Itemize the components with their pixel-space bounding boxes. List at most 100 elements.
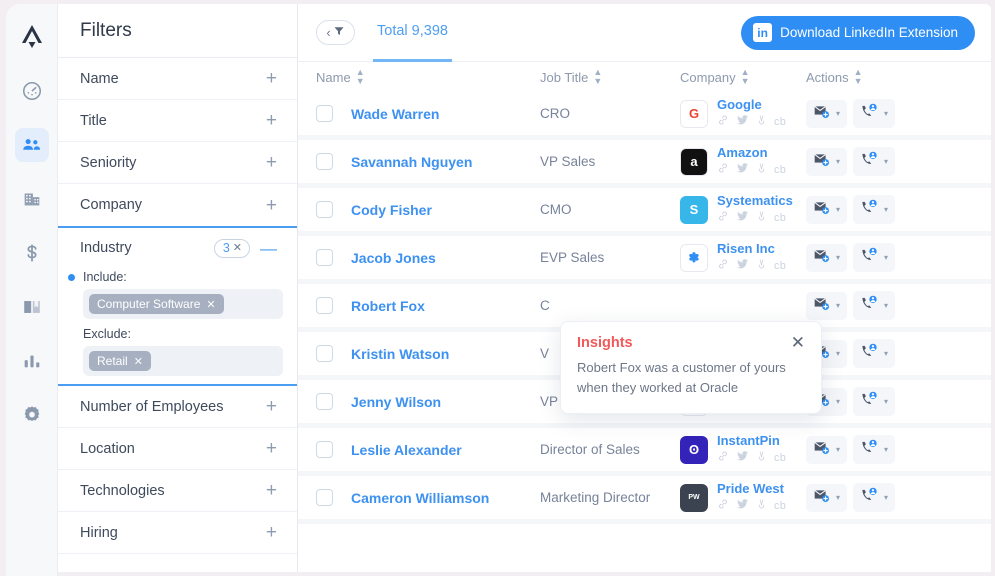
sidebar-item-deals[interactable] xyxy=(15,236,49,270)
twitter-icon[interactable] xyxy=(736,257,749,275)
twitter-icon[interactable] xyxy=(736,161,749,179)
twitter-icon[interactable] xyxy=(736,113,749,131)
close-icon[interactable]: ✕ xyxy=(791,334,805,351)
email-add-icon[interactable] xyxy=(813,152,830,172)
phone-action-group[interactable]: ▾ xyxy=(853,387,896,416)
chevron-down-icon[interactable]: ▾ xyxy=(884,349,888,358)
industry-count-badge[interactable]: 3 ✕ xyxy=(213,238,250,258)
email-add-icon[interactable] xyxy=(813,440,830,460)
phone-action-group[interactable]: ▾ xyxy=(853,339,896,368)
phone-action-group[interactable]: ▾ xyxy=(853,99,896,128)
chevron-down-icon[interactable]: ▾ xyxy=(836,109,840,118)
phone-action-group[interactable]: ▾ xyxy=(853,195,896,224)
sidebar-item-companies[interactable] xyxy=(15,182,49,216)
angellist-icon[interactable] xyxy=(756,113,767,131)
row-checkbox[interactable] xyxy=(316,297,333,314)
sidebar-item-people[interactable] xyxy=(14,128,49,162)
filter-row-title[interactable]: Title + xyxy=(58,100,297,142)
phone-action-group[interactable]: ▾ xyxy=(853,483,896,512)
chevron-down-icon[interactable]: ▾ xyxy=(836,253,840,262)
link-icon[interactable] xyxy=(717,113,729,131)
link-icon[interactable] xyxy=(717,497,729,515)
company-name[interactable]: InstantPin xyxy=(717,433,786,448)
plus-icon[interactable]: + xyxy=(266,523,277,542)
contact-name[interactable]: Jacob Jones xyxy=(333,250,540,266)
phone-action-group[interactable]: ▾ xyxy=(853,291,896,320)
chevron-down-icon[interactable]: ▾ xyxy=(836,397,840,406)
twitter-icon[interactable] xyxy=(736,497,749,515)
link-icon[interactable] xyxy=(717,449,729,467)
plus-icon[interactable]: + xyxy=(266,111,277,130)
email-action-group[interactable]: ▾ xyxy=(806,435,848,464)
phone-contact-icon[interactable] xyxy=(860,247,878,268)
chip-remove-icon[interactable]: ✕ xyxy=(134,355,143,368)
row-checkbox[interactable] xyxy=(316,393,333,410)
chevron-down-icon[interactable]: ▾ xyxy=(884,397,888,406)
column-header-actions[interactable]: Actions ▲ ▼ xyxy=(806,68,936,86)
table-row[interactable]: Jacob Jones EVP Sales ✽ Risen Inc cb ▾ ▾ xyxy=(298,236,991,284)
twitter-icon[interactable] xyxy=(736,209,749,227)
filter-row-company[interactable]: Company + xyxy=(58,184,297,226)
phone-contact-icon[interactable] xyxy=(860,343,878,364)
email-add-icon[interactable] xyxy=(813,104,830,124)
filter-row-name[interactable]: Name + xyxy=(58,58,297,100)
table-row[interactable]: Cody Fisher CMO S Systematics cb ▾ ▾ xyxy=(298,188,991,236)
plus-icon[interactable]: + xyxy=(266,69,277,88)
chevron-down-icon[interactable]: ▾ xyxy=(836,157,840,166)
angellist-icon[interactable] xyxy=(756,209,767,227)
plus-icon[interactable]: + xyxy=(266,439,277,458)
crunchbase-icon[interactable]: cb xyxy=(774,500,786,512)
row-checkbox[interactable] xyxy=(316,249,333,266)
email-action-group[interactable]: ▾ xyxy=(806,483,848,512)
chevron-down-icon[interactable]: ▾ xyxy=(884,157,888,166)
plus-icon[interactable]: + xyxy=(266,153,277,172)
crunchbase-icon[interactable]: cb xyxy=(774,452,786,464)
chevron-down-icon[interactable]: ▾ xyxy=(884,445,888,454)
crunchbase-icon[interactable]: cb xyxy=(774,116,786,128)
chevron-down-icon[interactable]: ▾ xyxy=(836,445,840,454)
row-checkbox[interactable] xyxy=(316,489,333,506)
filter-row-hiring[interactable]: Hiring + xyxy=(58,512,297,554)
company-name[interactable]: Amazon xyxy=(717,145,786,160)
email-add-icon[interactable] xyxy=(813,296,830,316)
phone-action-group[interactable]: ▾ xyxy=(853,243,896,272)
collapse-icon[interactable]: — xyxy=(260,240,277,257)
tab-total[interactable]: Total 9,398 xyxy=(373,4,452,62)
email-action-group[interactable]: ▾ xyxy=(806,147,848,176)
filter-row-number-of-employees[interactable]: Number of Employees + xyxy=(58,386,297,428)
row-checkbox[interactable] xyxy=(316,105,333,122)
chip-remove-icon[interactable]: ✕ xyxy=(206,298,215,311)
company-name[interactable]: Systematics xyxy=(717,193,793,208)
email-add-icon[interactable] xyxy=(813,200,830,220)
table-row[interactable]: Wade Warren CRO G Google cb ▾ ▾ xyxy=(298,92,991,140)
contact-name[interactable]: Cameron Williamson xyxy=(333,490,540,506)
company-name[interactable]: Google xyxy=(717,97,786,112)
sidebar-item-settings[interactable] xyxy=(15,398,49,432)
row-checkbox[interactable] xyxy=(316,441,333,458)
contact-name[interactable]: Jenny Wilson xyxy=(333,394,540,410)
contact-name[interactable]: Robert Fox xyxy=(333,298,540,314)
contact-name[interactable]: Leslie Alexander xyxy=(333,442,540,458)
company-name[interactable]: Pride West xyxy=(717,481,786,496)
link-icon[interactable] xyxy=(717,209,729,227)
crunchbase-icon[interactable]: cb xyxy=(774,212,786,224)
contact-name[interactable]: Kristin Watson xyxy=(333,346,540,362)
chevron-down-icon[interactable]: ▾ xyxy=(836,301,840,310)
chevron-down-icon[interactable]: ▾ xyxy=(884,205,888,214)
plus-icon[interactable]: + xyxy=(266,481,277,500)
contact-name[interactable]: Wade Warren xyxy=(333,106,540,122)
link-icon[interactable] xyxy=(717,161,729,179)
sidebar-item-analytics[interactable] xyxy=(15,344,49,378)
chevron-down-icon[interactable]: ▾ xyxy=(884,493,888,502)
chevron-down-icon[interactable]: ▾ xyxy=(836,205,840,214)
contact-name[interactable]: Cody Fisher xyxy=(333,202,540,218)
angellist-icon[interactable] xyxy=(756,497,767,515)
company-name[interactable]: Risen Inc xyxy=(717,241,786,256)
email-add-icon[interactable] xyxy=(813,248,830,268)
table-row[interactable]: Savannah Nguyen VP Sales a Amazon cb ▾ ▾ xyxy=(298,140,991,188)
angellist-icon[interactable] xyxy=(756,161,767,179)
download-linkedin-extension-button[interactable]: in Download LinkedIn Extension xyxy=(741,15,975,50)
email-action-group[interactable]: ▾ xyxy=(806,99,848,128)
email-action-group[interactable]: ▾ xyxy=(806,195,848,224)
phone-contact-icon[interactable] xyxy=(860,439,878,460)
